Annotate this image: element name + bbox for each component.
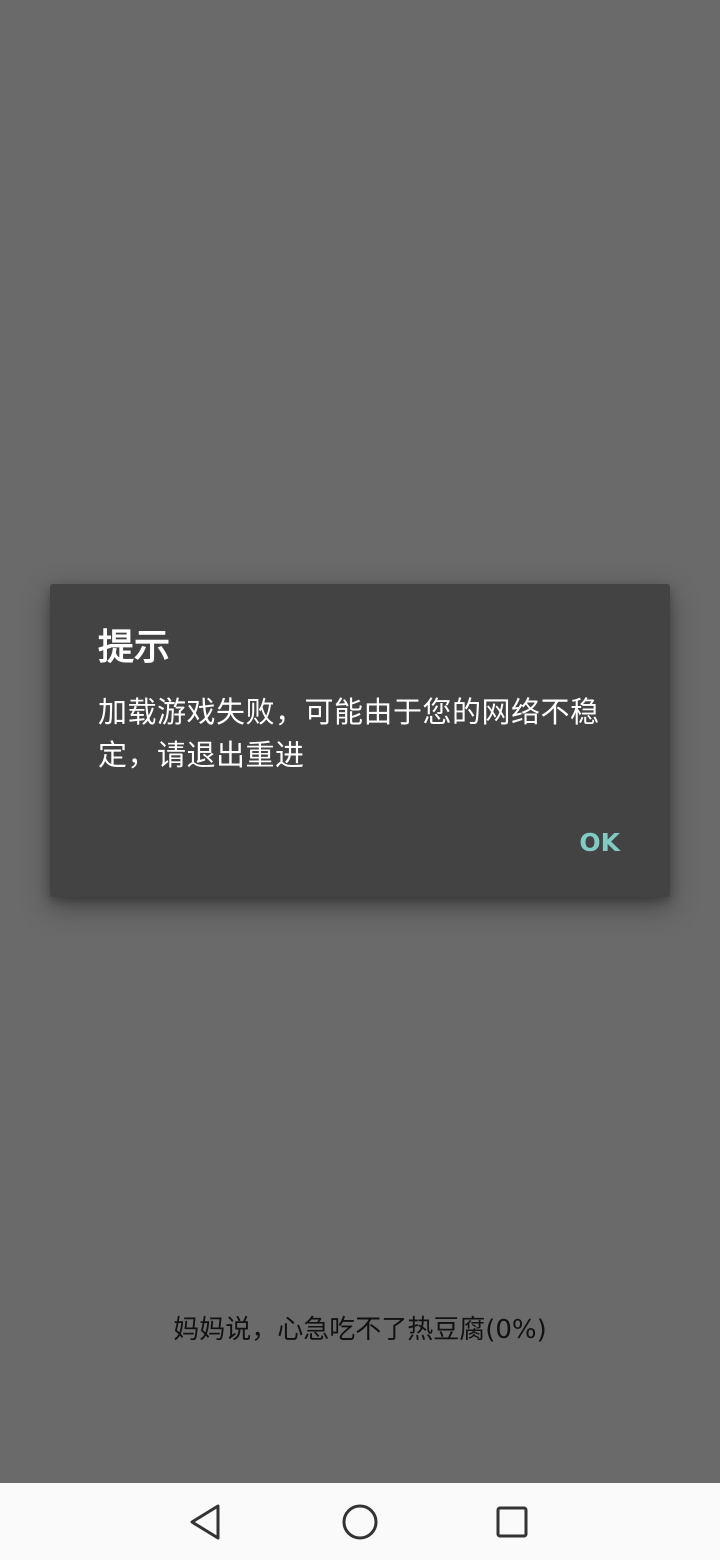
recent-apps-button[interactable] xyxy=(484,1494,540,1550)
back-triangle-icon xyxy=(190,1504,220,1540)
alert-dialog: 提示 加载游戏失败，可能由于您的网络不稳定，请退出重进 OK xyxy=(50,584,670,897)
dialog-title: 提示 xyxy=(98,627,171,668)
ok-button[interactable]: OK xyxy=(567,818,632,868)
home-circle-icon xyxy=(342,1504,378,1540)
dialog-message: 加载游戏失败，可能由于您的网络不稳定，请退出重进 xyxy=(98,695,600,772)
system-navigation-bar xyxy=(0,1483,720,1560)
loading-progress-text: 妈妈说，心急吃不了热豆腐(0%) xyxy=(173,1315,547,1345)
home-button[interactable] xyxy=(332,1494,388,1550)
recent-apps-square-icon xyxy=(496,1506,528,1538)
back-button[interactable] xyxy=(178,1494,234,1550)
